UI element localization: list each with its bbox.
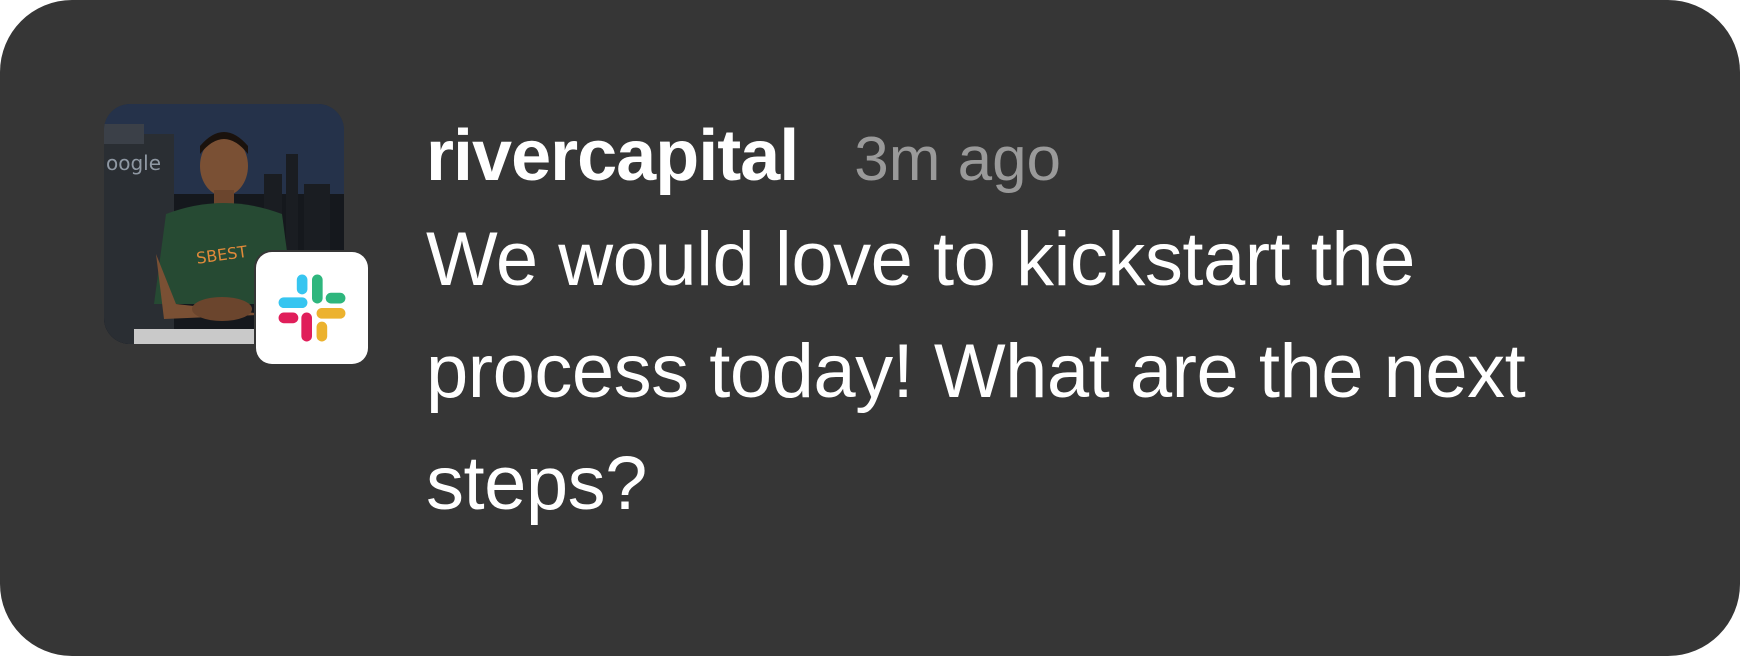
notification-card[interactable]: oogle SBEST rivercapital 3m ago We would… bbox=[0, 0, 1740, 656]
svg-text:oogle: oogle bbox=[106, 151, 161, 175]
avatar-group: oogle SBEST bbox=[104, 104, 368, 368]
slack-badge bbox=[256, 252, 368, 364]
notification-content: rivercapital 3m ago We would love to kic… bbox=[426, 108, 1646, 540]
username: rivercapital bbox=[426, 116, 799, 196]
timestamp: 3m ago bbox=[854, 125, 1062, 194]
message-text: We would love to kickstart the process t… bbox=[426, 217, 1526, 526]
notification-header: rivercapital 3m ago bbox=[426, 108, 1646, 204]
slack-icon bbox=[278, 274, 346, 342]
